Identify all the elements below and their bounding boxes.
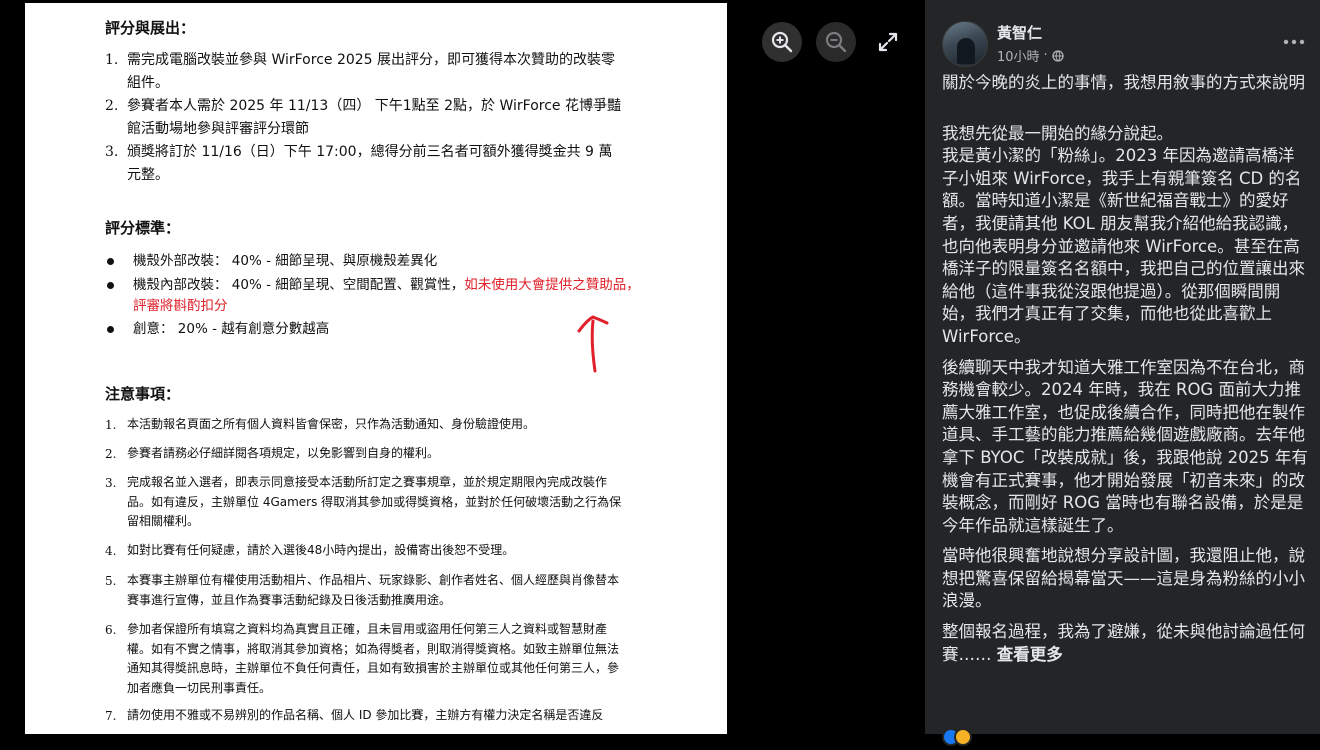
note-item: 6. 參加者保證所有填寫之資料均為真實且正確，且未冒用或盜用任何第三人之資料或智… bbox=[105, 622, 620, 695]
note-item: 7. 請勿使用不雅或不易辨別的作品名稱、個人 ID 參加比賽，主辦方有權力決定名… bbox=[105, 708, 604, 723]
zoom-in-icon bbox=[771, 31, 793, 53]
avatar[interactable] bbox=[942, 21, 988, 67]
note-item: 1. 本活動報名頁面之所有個人資料皆會保密，只作為活動通知、身份驗證使用。 bbox=[105, 417, 536, 432]
note-item: 4. 如對比賽有任何疑慮，請於入選後48小時內提出，設備寄出後恕不受理。 bbox=[105, 543, 515, 558]
criteria-item: 機殼外部改裝： 40% - 細節呈現、與原機殼差異化 bbox=[105, 251, 645, 272]
reaction-icons[interactable] bbox=[942, 728, 982, 746]
post-paragraph: 我想先從最一開始的緣分說起。 我是黃小潔的「粉絲」。2023 年因為邀請高橋洋子… bbox=[942, 123, 1305, 346]
note-item: 2. 參賽者請務必仔細詳閱各項規定，以免影響到自身的權利。 bbox=[105, 446, 440, 461]
expand-icon[interactable] bbox=[876, 30, 900, 54]
section-title-criteria: 評分標準： bbox=[105, 219, 181, 237]
zoom-out-icon bbox=[825, 31, 847, 53]
zoom-in-button[interactable] bbox=[762, 22, 802, 62]
section-title-scoring: 評分與展出： bbox=[105, 19, 196, 37]
list-item: 3. 頒獎將訂於 11/16（日）下午 17:00，總得分前三名者可額外獲得獎金… bbox=[105, 144, 613, 183]
list-item: 2. 參賽者本人需於 2025 年 11/13（四） 下午1點至 2點，於 Wi… bbox=[105, 98, 621, 137]
post-meta: 10小時 · bbox=[997, 46, 1064, 65]
author-name[interactable]: 黃智仁 bbox=[997, 22, 1042, 43]
note-item: 3. 完成報名並入選者，即表示同意接受本活動所訂定之賽事規章，並於規定期限內完成… bbox=[105, 475, 622, 528]
document-image: 評分與展出： 1. 需完成電腦改裝並參與 WirForce 2025 展出評分，… bbox=[25, 3, 727, 734]
criteria-item: 機殼內部改裝： 40% - 細節呈現、空間配置、觀賞性，如未使用大會提供之贊助品… bbox=[105, 275, 645, 317]
note-item: 5. 本賽事主辦單位有權使用活動相片、作品相片、玩家錄影、創作者姓名、個人經歷與… bbox=[105, 573, 620, 607]
post-paragraph: 整個報名過程，我為了避嫌，從未與他討論過任何賽…… 查看更多 bbox=[942, 622, 1305, 664]
section-title-notes: 注意事項： bbox=[105, 385, 181, 403]
list-item: 1. 需完成電腦改裝並參與 WirForce 2025 展出評分，即可獲得本次贊… bbox=[105, 52, 616, 91]
more-options-icon[interactable] bbox=[1281, 32, 1307, 52]
post-text: 關於今晚的炎上的事情，我想用敘事的方式來說明 我想先從最一開始的緣分說起。 我是… bbox=[942, 72, 1310, 674]
globe-icon bbox=[1052, 49, 1064, 62]
photo-viewer: 評分與展出： 1. 需完成電腦改裝並參與 WirForce 2025 展出評分，… bbox=[0, 0, 925, 734]
criteria-item: 創意： 20% - 越有創意分數越高 bbox=[105, 319, 645, 340]
post-time[interactable]: 10小時 bbox=[997, 46, 1040, 65]
post-panel: 黃智仁 10小時 · 關於今晚的炎上的事情，我想用敘事的方式來說明 我想先從最一… bbox=[925, 0, 1320, 746]
see-more-link[interactable]: 查看更多 bbox=[997, 645, 1063, 664]
red-arrow-annotation bbox=[577, 315, 609, 373]
zoom-out-button[interactable] bbox=[816, 22, 856, 62]
post-paragraph: 後續聊天中我才知道大雅工作室因為不在台北，商務機會較少。2024 年時，我在 R… bbox=[942, 357, 1308, 535]
post-paragraph: 關於今晚的炎上的事情，我想用敘事的方式來說明 bbox=[942, 73, 1305, 92]
post-paragraph: 當時他很興奮地說想分享設計圖，我還阻止他，說想把驚喜保留給揭幕當天——這是身為粉… bbox=[942, 546, 1305, 611]
care-reaction-icon bbox=[954, 728, 972, 746]
